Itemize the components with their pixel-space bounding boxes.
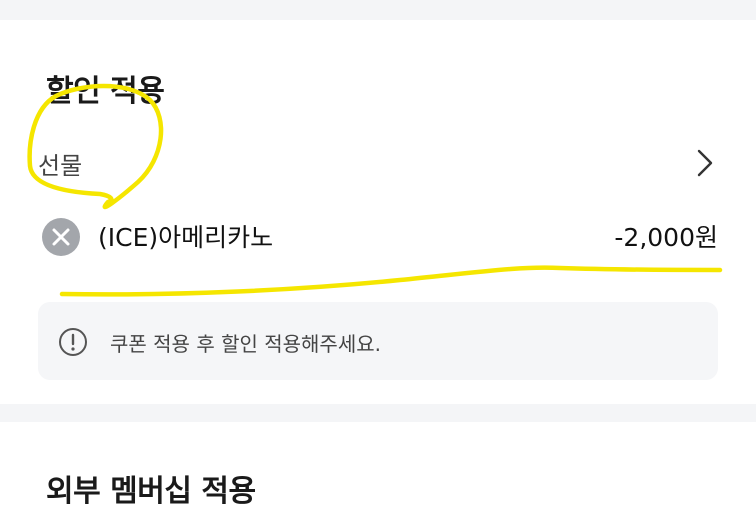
item-name: (ICE)아메리카노 [98,223,274,252]
remove-item-button[interactable] [42,218,80,256]
discount-item-row: (ICE)아메리카노 -2,000원 [0,210,756,260]
notice-box: 쿠폰 적용 후 할인 적용해주세요. [38,302,718,380]
notice-text: 쿠폰 적용 후 할인 적용해주세요. [110,332,381,356]
membership-title: 외부 멤버십 적용 [46,474,256,509]
item-price: -2,000원 [614,223,718,252]
membership-section: 외부 멤버십 적용 [0,422,756,517]
chevron-right-icon[interactable] [692,148,718,178]
discount-section: 할인 적용 선물 (ICE)아메리카노 -2,000원 쿠폰 적용 후 할인 적… [0,20,756,404]
gift-row[interactable]: 선물 [0,132,756,192]
exclamation-circle-icon [58,327,88,357]
discount-title: 할인 적용 [46,74,165,109]
gift-label: 선물 [38,152,83,180]
close-icon [52,228,70,246]
